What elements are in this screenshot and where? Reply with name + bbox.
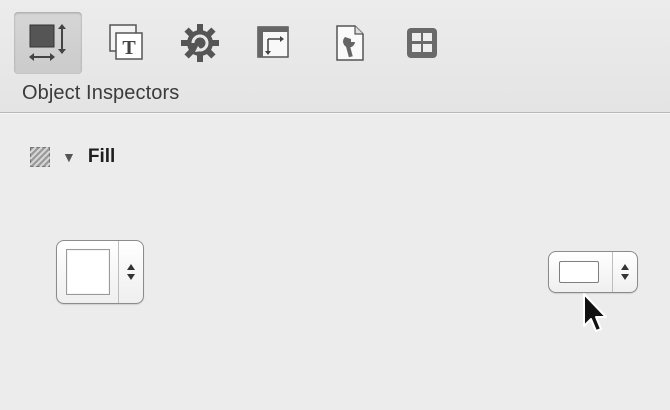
grid-icon [407,28,437,58]
svg-text:T: T [122,37,136,59]
graphic-inspector-button[interactable] [14,12,82,74]
disclosure-triangle-icon[interactable]: ▼ [62,149,76,165]
grid-inspector-button[interactable] [388,12,456,74]
fill-section-header[interactable]: ▼ Fill [30,143,115,171]
mouse-pointer-icon [583,293,607,332]
text-inspector-icon: T [109,24,143,60]
fill-section-title: Fill [87,146,116,167]
fill-shape-popup[interactable] [548,251,638,293]
fill-shape-stepper[interactable] [612,252,637,292]
action-inspector-button[interactable] [166,12,234,74]
fill-pattern-icon [30,147,50,167]
fill-color-popup[interactable] [56,240,144,304]
rectangle-shape-preview [559,261,599,283]
text-inspector-button[interactable]: T [92,12,160,74]
gear-icon [181,24,219,62]
fill-color-swatch[interactable] [66,249,110,295]
up-down-arrows-icon [621,264,629,280]
fill-color-stepper[interactable] [118,241,143,303]
document-inspector-button[interactable] [316,12,384,74]
inspector-toolbar: T Object Inspectors [0,0,670,113]
toolbar-title: Object Inspectors [22,82,180,104]
document-inspector-icon [336,25,364,61]
inspector-window: T Object Inspectors ▼ Fill [0,0,670,410]
layout-inspector-icon [257,26,289,58]
up-down-arrows-icon [127,264,135,280]
graphic-inspector-icon [29,24,66,61]
layout-inspector-button[interactable] [240,12,308,74]
